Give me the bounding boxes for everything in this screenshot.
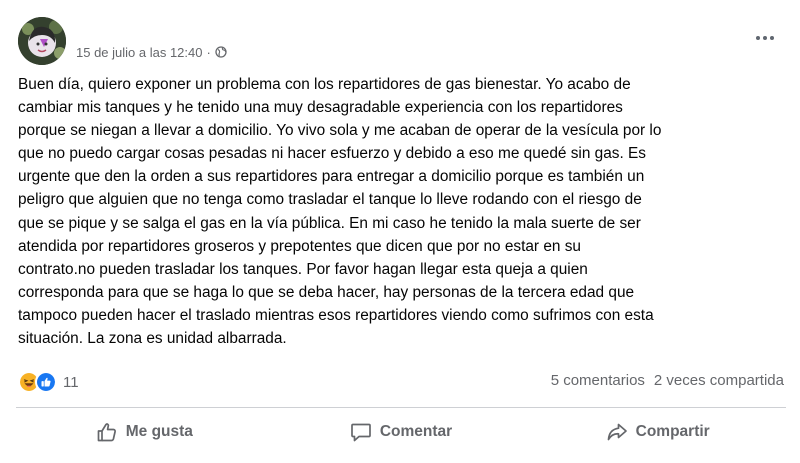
reaction-count: 11: [63, 373, 79, 391]
more-options-icon[interactable]: [753, 30, 777, 46]
actions-divider: [16, 407, 786, 408]
post-text: Buen día, quiero exponer un problema con…: [18, 76, 662, 348]
meta-separator: ·: [206, 44, 211, 60]
post-timestamp[interactable]: 15 de julio a las 12:40: [76, 45, 202, 60]
post-actions-bar: Me gusta Comentar Compartir: [16, 410, 786, 454]
reactions-summary[interactable]: 11: [18, 370, 79, 394]
comment-bubble-icon: [350, 423, 371, 442]
comments-count-link[interactable]: 5 comentarios: [551, 372, 645, 392]
like-reaction-icon: [35, 371, 57, 393]
comment-button[interactable]: Comentar: [273, 410, 530, 454]
engagement-stats: 5 comentarios 2 veces compartida: [551, 372, 784, 392]
comment-label: Comentar: [379, 423, 453, 440]
post-meta: 15 de julio a las 12:40 ·: [76, 44, 227, 60]
share-button[interactable]: Compartir: [529, 410, 786, 454]
like-button[interactable]: Me gusta: [16, 410, 273, 454]
like-label: Me gusta: [125, 423, 193, 440]
post-card: 15 de julio a las 12:40 · Buen día, quie…: [0, 0, 800, 463]
profile-avatar[interactable]: [18, 17, 66, 65]
globe-icon[interactable]: [215, 46, 227, 58]
share-arrow-icon: [607, 423, 627, 441]
share-label: Compartir: [635, 423, 710, 440]
thumbs-up-icon: [97, 423, 116, 442]
avatar-image: [18, 17, 66, 65]
shares-count-link[interactable]: 2 veces compartida: [654, 372, 784, 392]
